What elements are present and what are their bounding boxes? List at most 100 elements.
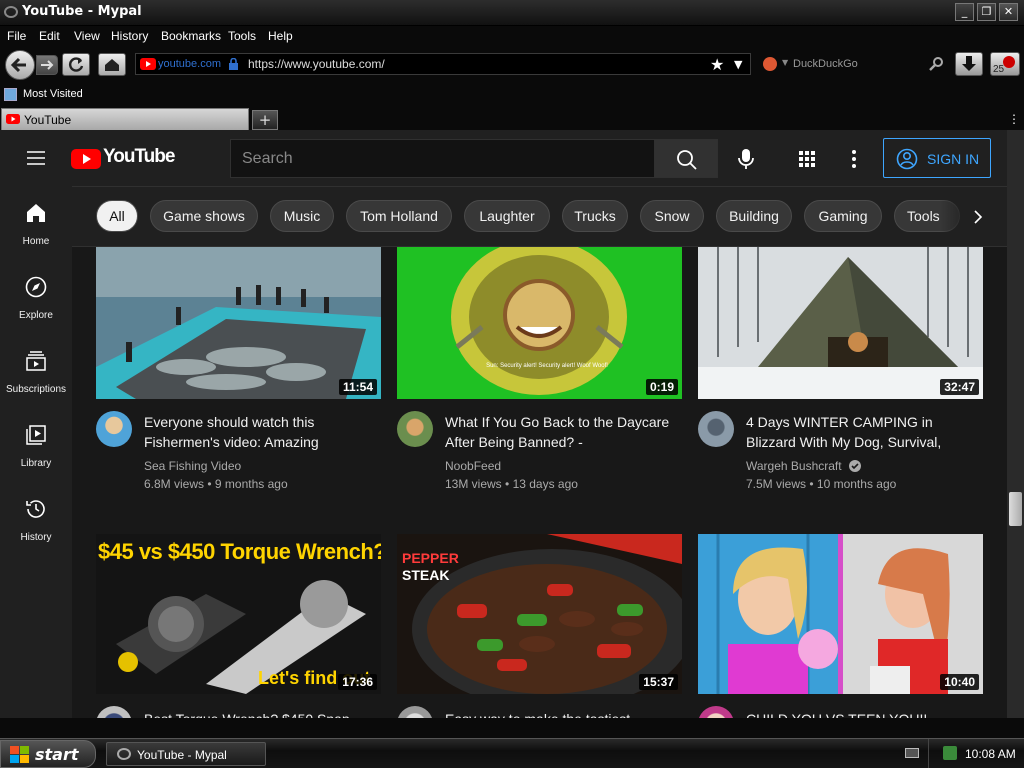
chip-building[interactable]: Building [716, 200, 792, 232]
network-tray-icon[interactable] [943, 746, 957, 760]
sidebar-item-home[interactable]: Home [0, 192, 72, 258]
tab-youtube[interactable]: YouTube [1, 108, 249, 130]
hamburger-menu-icon[interactable] [26, 150, 46, 166]
search-input[interactable]: Search [230, 139, 655, 178]
url-dropdown-icon[interactable]: ▼ [734, 58, 742, 71]
downloads-button[interactable] [955, 52, 983, 76]
child-vs-teen-thumbnail-image [698, 534, 983, 694]
search-engine-field[interactable]: DuckDuckGo [793, 58, 858, 70]
duckduckgo-icon[interactable] [763, 57, 777, 71]
youtube-logo-text: YouTube [103, 146, 175, 167]
chip-game-shows[interactable]: Game shows [150, 200, 258, 232]
sidebar-item-library[interactable]: Library [0, 414, 72, 480]
new-tab-button[interactable]: + [252, 110, 278, 130]
video-thumbnail[interactable]: PEPPER STEAK 15:37 [397, 534, 682, 694]
video-card[interactable]: $45 vs $450 Torque Wrench? Let's find ou… [96, 534, 381, 718]
channel-avatar[interactable] [96, 411, 132, 447]
menu-file[interactable]: File [7, 29, 26, 43]
chip-all[interactable]: All [96, 200, 138, 232]
menu-help[interactable]: Help [268, 29, 293, 43]
video-stats: 7.5M views • 10 months ago [746, 477, 897, 491]
windows-logo-icon [10, 746, 29, 763]
magnifier-search-icon[interactable] [928, 56, 944, 72]
video-card[interactable]: PEPPER STEAK 15:37 Easy way to make the … [397, 534, 682, 718]
chevron-right-icon[interactable] [972, 209, 984, 225]
channel-avatar[interactable] [397, 706, 433, 718]
site-identity-label: youtube.com [158, 58, 221, 70]
channel-name-text: Wargeh Bushcraft [746, 459, 842, 473]
chip-gaming[interactable]: Gaming [804, 200, 882, 232]
chip-laughter[interactable]: Laughter [464, 200, 550, 232]
youtube-favicon-icon [6, 114, 20, 124]
channel-name[interactable]: Wargeh Bushcraft [746, 459, 861, 473]
clock[interactable]: 10:08 AM [965, 747, 1016, 761]
keyboard-tray-icon[interactable] [905, 748, 919, 758]
channel-avatar[interactable] [96, 706, 132, 718]
search-button[interactable] [654, 139, 718, 178]
taskbar-item-mypal[interactable]: YouTube - Mypal [106, 742, 266, 766]
video-stats: 6.8M views • 9 months ago [144, 477, 288, 491]
video-thumbnail[interactable]: Sun: Security alert! Security alert! Woo… [397, 247, 682, 399]
back-button[interactable] [5, 50, 35, 80]
scrollbar-thumb[interactable] [1009, 492, 1022, 526]
channel-avatar[interactable] [397, 411, 433, 447]
video-card[interactable]: 10:40 CHILD YOU VS TEEN YOU!! [698, 534, 983, 718]
menu-history[interactable]: History [111, 29, 148, 43]
addon-button[interactable]: 25 [990, 52, 1020, 76]
video-title[interactable]: Everyone should watch this Fishermen's v… [144, 412, 374, 452]
sidebar-item-subscriptions[interactable]: Subscriptions [0, 340, 72, 406]
menu-tools[interactable]: Tools [228, 29, 256, 43]
restore-button[interactable]: ❐ [977, 3, 996, 21]
more-options-icon[interactable] [851, 149, 857, 169]
url-text[interactable]: https://www.youtube.com/ [248, 57, 385, 71]
forward-button[interactable] [36, 55, 58, 75]
channel-name[interactable]: Sea Fishing Video [144, 459, 241, 473]
chip-snow[interactable]: Snow [640, 200, 704, 232]
channel-name[interactable]: NoobFeed [445, 459, 501, 473]
search-icon [677, 150, 697, 170]
channel-avatar[interactable] [698, 706, 734, 718]
menu-bookmarks[interactable]: Bookmarks [161, 29, 221, 43]
youtube-logo[interactable]: YouTube [71, 146, 175, 170]
chip-trucks[interactable]: Trucks [562, 200, 628, 232]
video-card[interactable]: 32:47 4 Days WINTER CAMPING in Blizzard … [698, 247, 983, 507]
url-bar[interactable]: youtube.com https://www.youtube.com/ ★ ▼ [135, 53, 751, 75]
video-title[interactable]: Easy way to make the tastiest [445, 709, 675, 718]
search-engine-dropdown-icon[interactable]: ▼ [782, 58, 788, 67]
video-thumbnail[interactable]: $45 vs $450 Torque Wrench? Let's find ou… [96, 534, 381, 694]
video-title[interactable]: 4 Days WINTER CAMPING in Blizzard With M… [746, 412, 976, 452]
most-visited-bookmark[interactable]: Most Visited [23, 88, 83, 100]
chip-tom-holland[interactable]: Tom Holland [346, 200, 452, 232]
reload-button[interactable] [62, 53, 90, 76]
video-thumbnail[interactable]: 10:40 [698, 534, 983, 694]
bookmark-star-icon[interactable]: ★ [710, 55, 724, 74]
video-title[interactable]: What If You Go Back to the Daycare After… [445, 412, 675, 452]
apps-grid-icon[interactable] [798, 150, 816, 168]
sidebar-item-history[interactable]: History [0, 488, 72, 554]
page-scrollbar[interactable] [1007, 130, 1024, 718]
microphone-icon[interactable] [738, 147, 754, 171]
close-window-button[interactable]: ✕ [999, 3, 1018, 21]
video-thumbnail[interactable]: 11:54 [96, 247, 381, 399]
menu-view[interactable]: View [74, 29, 100, 43]
subscriptions-icon [26, 351, 46, 371]
video-card[interactable]: 11:54 Everyone should watch this Fisherm… [96, 247, 381, 507]
menu-bar: File Edit View History Bookmarks Tools H… [0, 26, 1024, 46]
video-card[interactable]: Sun: Security alert! Security alert! Woo… [397, 247, 682, 507]
tab-list-icon[interactable]: ⋮⋮ [1008, 112, 1024, 126]
channel-avatar[interactable] [698, 411, 734, 447]
chip-music[interactable]: Music [270, 200, 334, 232]
video-title[interactable]: CHILD YOU VS TEEN YOU!! [746, 709, 976, 718]
sign-in-button[interactable]: SIGN IN [883, 138, 991, 178]
minimize-button[interactable]: _ [955, 3, 974, 21]
sidebar-item-explore[interactable]: Explore [0, 266, 72, 332]
youtube-header: YouTube Search SIGN IN [0, 130, 1007, 186]
home-button[interactable] [98, 53, 126, 76]
search-placeholder: Search [242, 150, 293, 167]
video-title[interactable]: Best Torque Wrench? $450 Snap [144, 709, 374, 718]
video-thumbnail[interactable]: 32:47 [698, 247, 983, 399]
addon-badge-count: 25 [993, 64, 1005, 75]
taskbar-item-label: YouTube - Mypal [137, 748, 227, 762]
menu-edit[interactable]: Edit [39, 29, 60, 43]
start-button[interactable]: start [0, 740, 96, 768]
